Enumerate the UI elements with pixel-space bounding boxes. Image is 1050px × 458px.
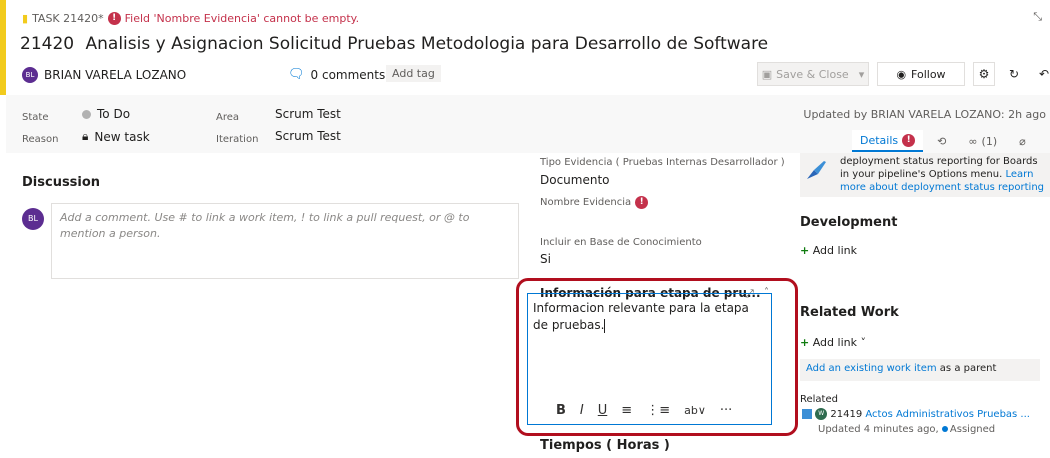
error-icon: ! — [107, 12, 121, 25]
assignee-name[interactable]: BRIAN VARELA LOZANO — [44, 68, 186, 82]
comment-icon: 🗨 — [288, 67, 305, 82]
as-parent-text: as a parent — [939, 363, 997, 374]
related-item-id: 21419 — [830, 409, 863, 420]
page-title[interactable]: 21420 Analisis y Asignacion Solicitud Pr… — [20, 34, 768, 54]
development-heading: Development — [800, 215, 898, 230]
nombre-evidencia-label: Nombre Evidencia — [540, 197, 632, 208]
toolbar: ▣ Save & Close ▾ ◉ Follow ⚙ ↻ ↶ ··· — [757, 62, 1050, 86]
deployment-info-box: deployment status reporting for Boards i… — [800, 153, 1050, 197]
work-item-title[interactable]: Analisis y Asignacion Solicitud Pruebas … — [86, 34, 769, 54]
related-item-status: Updated 4 minutes ago, Assigned — [818, 424, 995, 435]
info-rich-text-editor[interactable]: Informacion relevante para la etapa de p… — [527, 293, 772, 425]
underline-icon[interactable]: U — [598, 403, 608, 418]
incluir-label: Incluir en Base de Conocimiento — [540, 237, 702, 248]
assignee[interactable]: BL BRIAN VARELA LOZANO — [22, 67, 186, 83]
follow-label: Follow — [911, 67, 946, 81]
save-icon: ▣ — [761, 67, 773, 81]
clipboard-icon: ▮ — [22, 12, 29, 25]
related-label: Related — [800, 394, 838, 405]
tipo-evidencia-field[interactable]: Documento — [540, 173, 610, 187]
lock-icon: 🔒︎ — [82, 129, 89, 143]
nombre-evidencia-label-row: Nombre Evidencia ! — [540, 196, 649, 209]
avatar: W — [815, 408, 828, 420]
history-icon: ⟲ — [937, 134, 947, 148]
state-dot-icon — [941, 426, 948, 432]
tab-history[interactable]: ⟲ — [929, 130, 954, 152]
undo-icon[interactable]: ↶ — [1033, 62, 1050, 86]
error-icon: ! — [902, 133, 916, 147]
development-add-link-button[interactable]: + Add link — [800, 244, 857, 257]
collapse-icon[interactable]: ⤡ — [1033, 10, 1042, 24]
error-message: Field 'Nombre Evidencia' cannot be empty… — [124, 12, 360, 25]
discussion-heading: Discussion — [22, 175, 101, 190]
nombre-evidencia-field[interactable] — [540, 212, 780, 230]
numbered-list-icon[interactable]: ⋮≡ — [646, 403, 670, 418]
reason-field[interactable]: 🔒︎ New task — [82, 129, 150, 144]
comment-input[interactable]: Add a comment. Use # to link a work item… — [51, 203, 519, 279]
work-item-icon — [802, 409, 812, 419]
state-field[interactable]: To Do — [82, 107, 130, 121]
comments-link[interactable]: 🗨 0 comments — [288, 67, 385, 82]
related-work-heading: Related Work — [800, 305, 899, 320]
more-formatting-icon[interactable]: ··· — [720, 403, 732, 418]
paperclip-icon: ⌀ — [1019, 134, 1026, 148]
chevron-down-icon: ▾ — [858, 67, 865, 81]
add-link-label: Add link — [812, 336, 857, 349]
text-caret — [604, 318, 606, 333]
save-close-button[interactable]: ▣ Save & Close ▾ — [757, 62, 869, 86]
related-item[interactable]: W 21419 Actos Administrativos Pruebas ..… — [802, 408, 1030, 420]
area-field[interactable]: Scrum Test — [275, 107, 341, 121]
add-link-label: Add link — [812, 244, 857, 257]
work-item-type-accent-bar — [0, 0, 6, 95]
work-item-id: 21420 — [20, 34, 75, 54]
area-label: Area — [216, 112, 240, 123]
add-existing-parent-row: Add an existing work item as a parent — [800, 359, 1040, 381]
settings-gear-icon[interactable]: ⚙ — [973, 62, 995, 86]
add-existing-item-link[interactable]: Add an existing work item — [806, 363, 937, 374]
chevron-down-icon: ˅ — [860, 336, 866, 349]
tab-details[interactable]: Details ! — [852, 130, 924, 152]
plus-icon: + — [800, 336, 810, 349]
tab-links-count: (1) — [981, 134, 998, 148]
tab-strip: Details ! ⟲ ∞ (1) ⌀ — [852, 130, 1034, 152]
tipo-evidencia-label: Tipo Evidencia ( Pruebas Internas Desarr… — [540, 157, 785, 168]
eye-icon: ◉ — [896, 67, 907, 81]
error-bar: ▮ TASK 21420* ! Field 'Nombre Evidencia'… — [22, 12, 359, 25]
bullet-list-icon[interactable]: ≡ — [621, 403, 632, 418]
state-dot-icon — [82, 109, 91, 119]
refresh-icon[interactable]: ↻ — [1003, 62, 1025, 86]
avatar: BL — [22, 208, 44, 230]
add-tag-button[interactable]: Add tag — [386, 65, 441, 82]
task-badge: TASK 21420* — [32, 12, 104, 25]
related-updated: Updated 4 minutes ago, — [818, 424, 939, 435]
link-icon: ∞ — [968, 134, 978, 148]
rocket-icon — [804, 158, 828, 182]
tab-details-label: Details — [860, 133, 899, 147]
iteration-label: Iteration — [216, 134, 259, 145]
tab-attachments[interactable]: ⌀ — [1011, 130, 1034, 152]
highlight-icon[interactable]: ab∨ — [684, 404, 706, 417]
info-text: Informacion relevante para la etapa de p… — [533, 301, 749, 332]
save-close-label: Save & Close — [776, 67, 849, 81]
tab-links[interactable]: ∞ (1) — [960, 130, 1005, 152]
iteration-field[interactable]: Scrum Test — [275, 129, 341, 143]
incluir-field[interactable]: Si — [540, 252, 551, 266]
state-label: State — [22, 112, 49, 123]
plus-icon: + — [800, 244, 810, 257]
reason-label: Reason — [22, 134, 59, 145]
follow-button[interactable]: ◉ Follow — [877, 62, 965, 86]
comments-count: 0 comments — [310, 67, 386, 82]
formatting-toolbar: B I U ≡ ⋮≡ ab∨ ··· — [528, 403, 771, 418]
bold-icon[interactable]: B — [556, 403, 566, 418]
related-state: Assigned — [949, 424, 996, 435]
state-value: To Do — [97, 107, 131, 121]
error-icon: ! — [635, 196, 649, 209]
updated-info[interactable]: Updated by BRIAN VARELA LOZANO: 2h ago — [803, 108, 1046, 121]
tiempos-heading: Tiempos ( Horas ) — [540, 438, 670, 453]
related-item-title[interactable]: Actos Administrativos Pruebas ... — [865, 409, 1030, 420]
related-add-link-button[interactable]: + Add link ˅ — [800, 336, 866, 349]
reason-value: New task — [94, 129, 150, 144]
italic-icon[interactable]: I — [580, 403, 584, 418]
avatar: BL — [22, 67, 38, 83]
